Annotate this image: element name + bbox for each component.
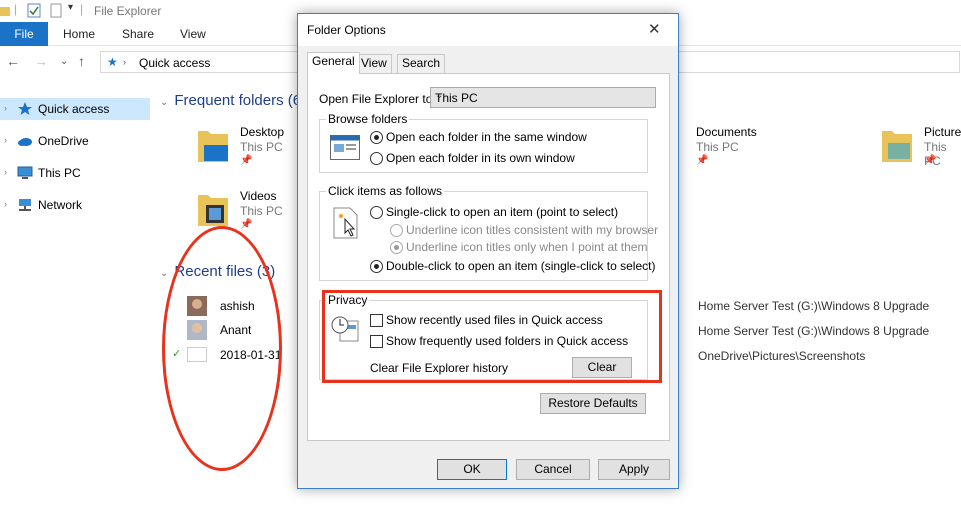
option-label: Double-click to open an item (single-cli… (386, 259, 656, 273)
pictures-folder-icon (882, 131, 912, 162)
close-icon[interactable]: ✕ (648, 20, 661, 38)
pin-icon: 📌 (240, 155, 253, 166)
chevron-right-icon[interactable]: › (4, 199, 7, 209)
radio-same-window[interactable] (370, 131, 383, 144)
desktop-folder-icon (198, 131, 228, 162)
tab-view[interactable]: View (180, 22, 206, 46)
folder-name: Picture (924, 125, 961, 139)
radio-underline-browser[interactable] (390, 224, 403, 237)
tab-share[interactable]: Share (122, 22, 154, 46)
radio-own-window[interactable] (370, 152, 383, 165)
open-explorer-label: Open File Explorer to: (319, 92, 436, 106)
option-label: Underline icon titles consistent with my… (406, 223, 659, 237)
folder-name: Desktop (240, 125, 285, 139)
open-explorer-select[interactable]: This PC ⌄ (430, 87, 656, 108)
divider: | (14, 2, 18, 16)
ok-button[interactable]: OK (437, 459, 507, 480)
computer-icon (17, 166, 33, 179)
radio-underline-point[interactable] (390, 241, 403, 254)
recent-locations-icon[interactable]: ⌄ (60, 56, 68, 67)
dialog-titlebar: Folder Options ✕ (298, 14, 678, 46)
option-label: Single-click to open an item (point to s… (386, 205, 619, 219)
sidebar-item-onedrive[interactable]: › OneDrive (0, 130, 150, 152)
restore-defaults-button[interactable]: Restore Defaults (540, 393, 646, 414)
sidebar-item-network[interactable]: › Network (0, 194, 150, 216)
tab-search[interactable]: Search (397, 54, 446, 73)
chevron-right-icon[interactable]: › (4, 167, 7, 177)
folder-options-dialog: Folder Options ✕ General View Search Ope… (297, 13, 679, 489)
star-icon: ★ (107, 55, 118, 69)
chevron-down-icon: ⌄ (160, 97, 169, 108)
click-items-group: Click items as follows Single-click to o… (319, 184, 658, 281)
new-folder-icon[interactable] (50, 3, 62, 19)
sidebar-item-this-pc[interactable]: › This PC (0, 162, 150, 184)
annotation-highlight-box (322, 290, 662, 383)
cancel-button[interactable]: Cancel (516, 459, 590, 480)
network-icon (19, 199, 31, 211)
file-path: Home Server Test (G:)\Windows 8 Upgrade (698, 324, 930, 338)
star-icon (18, 102, 32, 115)
sidebar-item-label: Quick access (38, 102, 110, 116)
browse-folders-group: Browse folders Open each folder in the s… (319, 112, 648, 173)
file-path: Home Server Test (G:)\Windows 8 Upgrade (698, 299, 930, 313)
up-icon[interactable]: ↑ (78, 53, 85, 69)
sidebar-item-label: This PC (38, 166, 81, 180)
option-label: Underline icon titles only when I point … (406, 240, 648, 254)
folder-name: Documents (696, 125, 757, 139)
group-label: Click items as follows (326, 184, 445, 198)
videos-folder-icon (198, 195, 228, 226)
dialog-title: Folder Options (307, 23, 386, 37)
sidebar-item-quick-access[interactable]: › Quick access (0, 98, 150, 120)
radio-single-click[interactable] (370, 206, 383, 219)
tab-home[interactable]: Home (63, 22, 95, 46)
navigation-pane: › Quick access › OneDrive › This PC › Ne… (0, 94, 150, 523)
radio-double-click[interactable] (370, 260, 383, 273)
sidebar-item-label: OneDrive (38, 134, 89, 148)
folder-location: This PC (240, 140, 283, 154)
folder-location: This PC (696, 140, 739, 154)
tab-view[interactable]: View (356, 54, 392, 73)
option-label: Open each folder in its own window (386, 151, 575, 165)
back-icon[interactable]: ← (6, 53, 20, 69)
annotation-ellipse (162, 226, 282, 471)
customize-toolbar-icon[interactable]: ▾ (68, 2, 73, 18)
option-label: Open each folder in the same window (386, 130, 587, 144)
address-text: Quick access (139, 56, 211, 70)
properties-icon[interactable] (27, 3, 41, 19)
browse-folders-icon (330, 135, 360, 160)
divider: | (80, 2, 84, 16)
chevron-down-icon: ⌄ (435, 90, 444, 101)
folder-tile-pictures[interactable]: Picture This PC 📌 (880, 125, 961, 180)
folder-name: Videos (240, 189, 277, 203)
forward-icon[interactable]: → (34, 53, 48, 69)
group-label: Browse folders (326, 112, 410, 126)
pin-icon: 📌 (696, 155, 709, 166)
cloud-icon (18, 138, 32, 146)
frequent-folders-header[interactable]: ⌄ Frequent folders (6 (160, 92, 301, 109)
chevron-right-icon: › (123, 57, 126, 67)
tab-file[interactable]: File (0, 22, 48, 46)
folder-location: This PC (240, 204, 283, 218)
chevron-right-icon[interactable]: › (4, 103, 7, 113)
chevron-right-icon[interactable]: › (4, 135, 7, 145)
general-tab-panel: Open File Explorer to: This PC ⌄ Browse … (307, 73, 670, 441)
file-path: OneDrive\Pictures\Screenshots (698, 349, 866, 363)
pin-icon: 📌 (240, 219, 253, 230)
apply-button[interactable]: Apply (598, 459, 670, 480)
pin-icon: 📌 (924, 155, 937, 166)
window-title: File Explorer (94, 4, 162, 18)
chevron-down-icon: ⌄ (160, 268, 169, 279)
folder-icon[interactable] (0, 3, 10, 19)
sidebar-item-label: Network (38, 198, 83, 212)
tab-general[interactable]: General (307, 52, 360, 74)
click-pointer-icon (333, 207, 358, 239)
